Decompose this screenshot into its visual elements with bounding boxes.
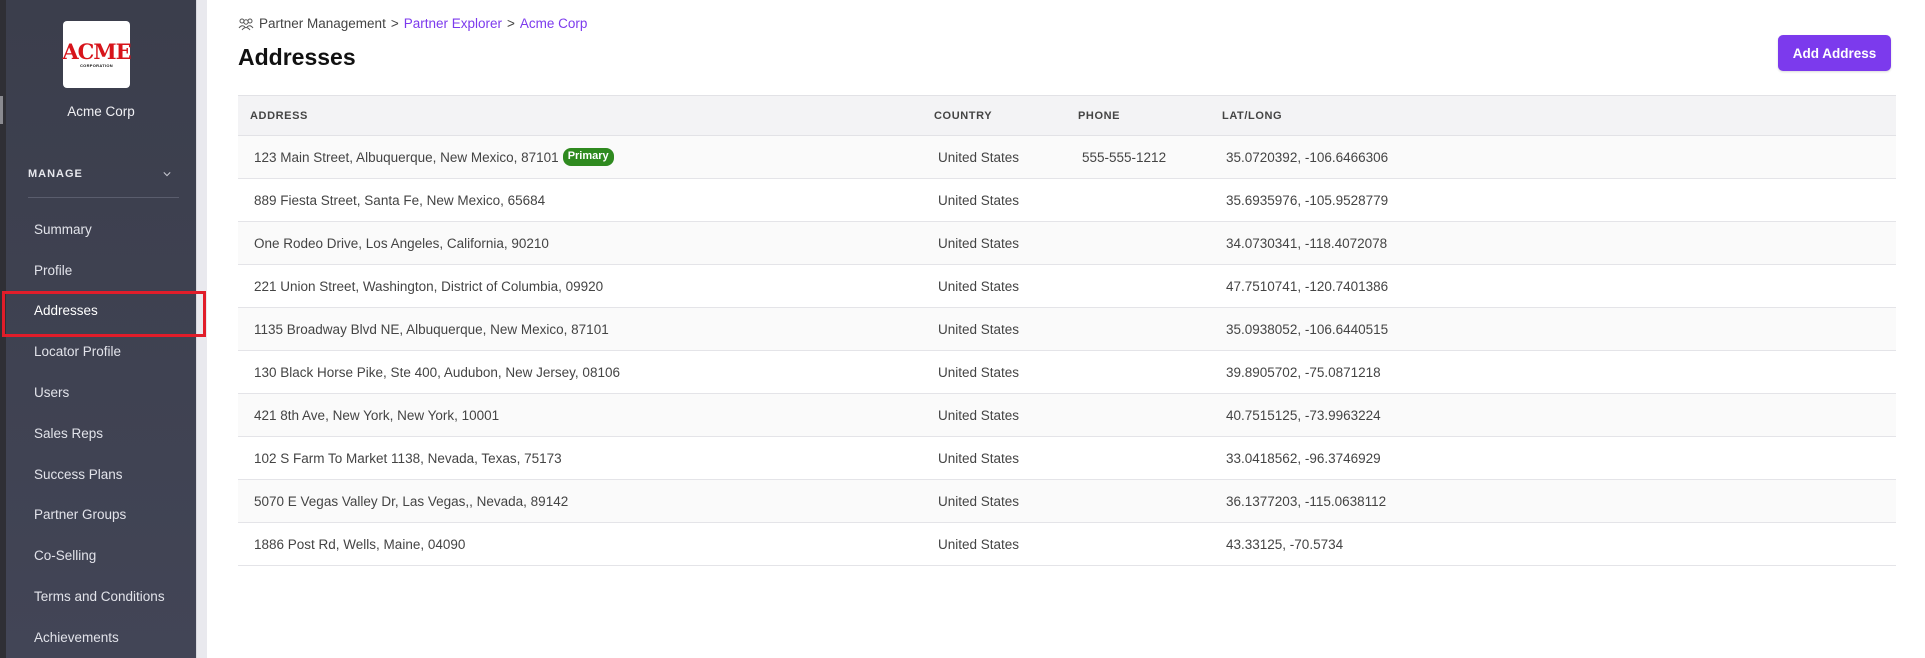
breadcrumb-current[interactable]: Acme Corp (520, 16, 588, 31)
table-row[interactable]: 5070 E Vegas Valley Dr, Las Vegas,, Neva… (238, 480, 1896, 523)
column-header-latlong[interactable]: LAT/LONG (1222, 110, 1896, 122)
sidebar-item-locator-profile[interactable]: Locator Profile (6, 331, 196, 372)
addresses-table: ADDRESS COUNTRY PHONE LAT/LONG 123 Main … (238, 95, 1896, 566)
cell-address: One Rodeo Drive, Los Angeles, California… (238, 236, 934, 251)
sidebar-item-partner-groups[interactable]: Partner Groups (6, 495, 196, 536)
table-header: ADDRESS COUNTRY PHONE LAT/LONG (238, 95, 1896, 136)
cell-latlong: 35.0720392, -106.6466306 (1226, 149, 1389, 165)
partners-icon (238, 18, 254, 30)
cell-latlong: 47.7510741, -120.7401386 (1226, 278, 1389, 294)
sidebar-item-terms-and-conditions[interactable]: Terms and Conditions (6, 576, 196, 617)
cell-country: United States (938, 450, 1020, 466)
cell-latlong: 36.1377203, -115.0638112 (1226, 493, 1387, 509)
cell-country: United States (938, 407, 1020, 423)
cell-phone: 555-555-1212 (1082, 149, 1167, 165)
sidebar-item-profile[interactable]: Profile (6, 250, 196, 291)
table-row[interactable]: 123 Main Street, Albuquerque, New Mexico… (238, 136, 1896, 179)
cell-address: 421 8th Ave, New York, New York, 10001 (238, 408, 934, 423)
cell-latlong: 43.33125, -70.5734 (1226, 536, 1344, 552)
address-text: 1886 Post Rd, Wells, Maine, 04090 (254, 536, 466, 552)
address-text: 221 Union Street, Washington, District o… (254, 278, 604, 294)
sidebar-item-co-selling[interactable]: Co-Selling (6, 535, 196, 576)
cell-latlong: 34.0730341, -118.4072078 (1226, 235, 1388, 251)
column-header-phone[interactable]: PHONE (1078, 110, 1222, 122)
logo-subtext: CORPORATION (79, 63, 113, 68)
cell-latlong: 35.6935976, -105.9528779 (1226, 192, 1389, 208)
add-address-button[interactable]: Add Address (1778, 35, 1891, 71)
cell-address: 221 Union Street, Washington, District o… (238, 279, 934, 294)
address-text: 102 S Farm To Market 1138, Nevada, Texas… (254, 450, 562, 466)
manage-section-label: MANAGE (28, 168, 83, 180)
org-name: Acme Corp (67, 104, 135, 119)
sidebar-item-achievements[interactable]: Achievements (6, 617, 196, 658)
sidebar-item-summary[interactable]: Summary (6, 209, 196, 250)
cell-address: 5070 E Vegas Valley Dr, Las Vegas,, Neva… (238, 494, 934, 509)
breadcrumb-root: Partner Management (259, 16, 386, 31)
cell-country: United States (938, 149, 1020, 165)
cell-address: 1886 Post Rd, Wells, Maine, 04090 (238, 537, 934, 552)
chevron-down-icon (163, 172, 171, 177)
table-row[interactable]: 221 Union Street, Washington, District o… (238, 265, 1896, 308)
cell-latlong: 33.0418562, -96.3746929 (1226, 450, 1381, 466)
page-title: Addresses (238, 44, 356, 70)
table-row[interactable]: 1886 Post Rd, Wells, Maine, 04090 United … (238, 523, 1896, 566)
org-logo[interactable]: ACME CORPORATION (62, 21, 132, 88)
address-text: 1135 Broadway Blvd NE, Albuquerque, New … (254, 321, 609, 337)
table-body: 123 Main Street, Albuquerque, New Mexico… (238, 136, 1896, 566)
manage-section-toggle[interactable]: MANAGE (28, 168, 179, 198)
address-text: 123 Main Street, Albuquerque, New Mexico… (254, 149, 559, 165)
breadcrumb: Partner Management > Partner Explorer > … (238, 16, 587, 31)
cell-latlong: 39.8905702, -75.0871218 (1226, 364, 1381, 380)
cell-latlong: 35.0938052, -106.6440515 (1226, 321, 1389, 337)
address-text: 421 8th Ave, New York, New York, 10001 (254, 407, 500, 423)
table-row[interactable]: 1135 Broadway Blvd NE, Albuquerque, New … (238, 308, 1896, 351)
cell-country: United States (938, 493, 1020, 509)
table-row[interactable]: 130 Black Horse Pike, Ste 400, Audubon, … (238, 351, 1896, 394)
primary-badge: Primary (562, 148, 614, 166)
address-text: One Rodeo Drive, Los Angeles, California… (254, 235, 549, 251)
sidebar-item-sales-reps[interactable]: Sales Reps (6, 413, 196, 454)
cell-country: United States (938, 364, 1020, 380)
address-text: 889 Fiesta Street, Santa Fe, New Mexico,… (254, 192, 546, 208)
resize-handle[interactable] (0, 96, 3, 124)
logo-wordmark: ACME (62, 39, 131, 64)
cell-address: 889 Fiesta Street, Santa Fe, New Mexico,… (238, 193, 934, 208)
cell-latlong: 40.7515125, -73.9963224 (1226, 407, 1381, 423)
table-row[interactable]: 102 S Farm To Market 1138, Nevada, Texas… (238, 437, 1896, 480)
cell-country: United States (938, 321, 1020, 337)
sidebar-item-addresses[interactable]: Addresses (2, 290, 206, 337)
table-row[interactable]: 421 8th Ave, New York, New York, 10001 Un… (238, 394, 1896, 437)
cell-address: 102 S Farm To Market 1138, Nevada, Texas… (238, 451, 934, 466)
column-header-country[interactable]: COUNTRY (934, 110, 1078, 122)
cell-country: United States (938, 278, 1020, 294)
cell-country: United States (938, 536, 1020, 552)
cell-address: 1135 Broadway Blvd NE, Albuquerque, New … (238, 322, 934, 337)
breadcrumb-separator: > (507, 16, 515, 31)
breadcrumb-partner-explorer[interactable]: Partner Explorer (404, 16, 502, 31)
address-text: 130 Black Horse Pike, Ste 400, Audubon, … (254, 364, 620, 380)
table-row[interactable]: 889 Fiesta Street, Santa Fe, New Mexico,… (238, 179, 1896, 222)
breadcrumb-separator: > (390, 16, 399, 31)
address-text: 5070 E Vegas Valley Dr, Las Vegas,, Neva… (254, 493, 569, 509)
sidebar-nav: Summary Profile Addresses Locator Profile Us… (2, 209, 206, 658)
table-row[interactable]: One Rodeo Drive, Los Angeles, California… (238, 222, 1896, 265)
cell-address: 130 Black Horse Pike, Ste 400, Audubon, … (238, 365, 934, 380)
cell-address: 123 Main Street, Albuquerque, New Mexico… (238, 148, 934, 166)
column-header-address[interactable]: ADDRESS (238, 110, 934, 122)
sidebar-item-users[interactable]: Users (6, 372, 196, 413)
sidebar-item-success-plans[interactable]: Success Plans (6, 454, 196, 495)
cell-country: United States (938, 192, 1020, 208)
cell-country: United States (938, 235, 1020, 251)
